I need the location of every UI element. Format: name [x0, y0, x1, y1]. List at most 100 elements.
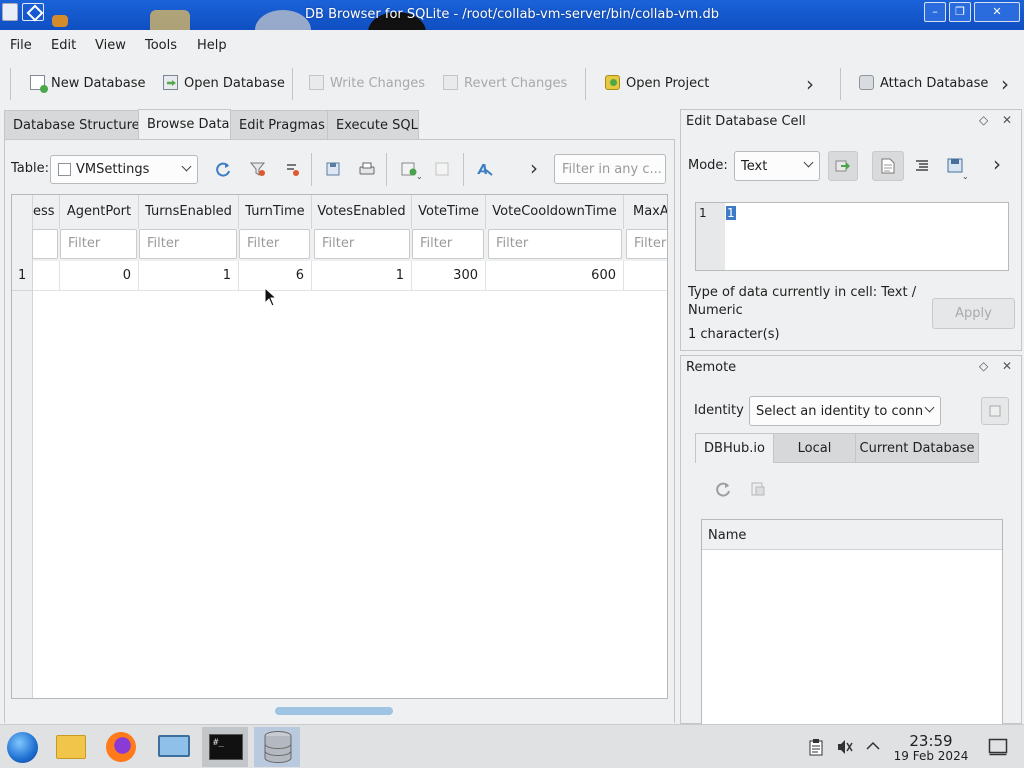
mode-select[interactable]: Text: [734, 151, 820, 181]
menu-view[interactable]: View: [95, 38, 126, 53]
show-desktop-icon[interactable]: [988, 738, 1008, 756]
table-cell[interactable]: [33, 261, 60, 291]
tab-local[interactable]: Local: [773, 433, 856, 463]
clock-time[interactable]: 23:59: [894, 732, 968, 750]
menu-file[interactable]: File: [10, 38, 32, 53]
column-header[interactable]: VotesEnabled: [312, 195, 412, 229]
float-dock-icon[interactable]: ◇: [979, 113, 988, 127]
column-filter-input[interactable]: Filter: [626, 229, 667, 259]
write-changes-button[interactable]: Write Changes: [309, 75, 425, 95]
column-filter-input[interactable]: Filter: [314, 229, 410, 259]
tab-browse-data[interactable]: Browse Data: [138, 109, 231, 141]
table-cell[interactable]: 1: [139, 261, 239, 291]
db-browser-taskbar-button[interactable]: [254, 727, 300, 767]
export-dropdown-icon[interactable]: ⌄: [962, 172, 969, 181]
clone-database-icon[interactable]: [749, 480, 767, 498]
column-header[interactable]: ess: [33, 195, 60, 229]
start-menu-button[interactable]: [0, 727, 46, 767]
open-database-button[interactable]: Open Database: [163, 75, 285, 95]
column-header[interactable]: VoteCooldownTime: [486, 195, 624, 229]
menu-edit[interactable]: Edit: [51, 38, 76, 53]
cell-editor[interactable]: 1 1: [695, 202, 1009, 271]
name-column-header[interactable]: Name: [702, 520, 1002, 550]
toolbar-overflow-chevron-icon[interactable]: ›: [806, 72, 814, 96]
column-filter-input[interactable]: Filter: [412, 229, 484, 259]
row-number[interactable]: 1: [12, 261, 33, 291]
table-cell[interactable]: 300: [412, 261, 486, 291]
column-header[interactable]: MaxA: [624, 195, 667, 229]
table-cell[interactable]: 0: [60, 261, 139, 291]
tab-edit-pragmas[interactable]: Edit Pragmas: [230, 110, 328, 140]
identity-settings-button[interactable]: [981, 397, 1009, 425]
float-dock-icon[interactable]: ◇: [979, 359, 988, 373]
word-wrap-button[interactable]: [872, 151, 904, 181]
column-header[interactable]: TurnTime: [239, 195, 312, 229]
close-dock-icon[interactable]: ✕: [1002, 113, 1012, 127]
open-project-label: Open Project: [626, 76, 710, 91]
corner-cell[interactable]: [12, 195, 33, 229]
maximize-button[interactable]: ❐: [949, 2, 971, 22]
close-dock-icon[interactable]: ✕: [1002, 359, 1012, 373]
tab-database-structure[interactable]: Database Structure: [4, 110, 140, 140]
column-filter-input[interactable]: Filter: [239, 229, 310, 259]
insert-record-dropdown-icon[interactable]: ⌄: [416, 172, 423, 181]
menu-tools[interactable]: Tools: [145, 38, 177, 53]
table-cell[interactable]: 600: [486, 261, 624, 291]
open-database-label: Open Database: [184, 76, 285, 91]
indent-icon[interactable]: [914, 158, 930, 174]
find-replace-icon[interactable]: A: [476, 160, 494, 178]
file-manager-taskbar-button[interactable]: [48, 727, 94, 767]
tab-dbhub[interactable]: DBHub.io: [695, 433, 774, 463]
save-table-as-icon[interactable]: [324, 160, 342, 178]
refresh-icon[interactable]: [714, 480, 732, 498]
data-grid: ess AgentPort TurnsEnabled TurnTime Vote…: [11, 194, 668, 699]
column-filter-input[interactable]: Filter: [60, 229, 137, 259]
table-cell[interactable]: 1: [312, 261, 412, 291]
clock-date[interactable]: 19 Feb 2024: [890, 749, 972, 763]
clipboard-icon[interactable]: [808, 738, 824, 756]
attach-database-button[interactable]: Attach Database: [859, 75, 988, 95]
browse-toolbar-separator: [311, 153, 312, 186]
document-icon: [881, 158, 895, 174]
revert-changes-button[interactable]: Revert Changes: [443, 75, 567, 95]
browse-toolbar-chevron-icon[interactable]: ›: [530, 156, 538, 180]
menu-bar: File Edit View Tools Help: [0, 34, 1024, 58]
clear-filters-icon[interactable]: [249, 160, 267, 178]
open-project-button[interactable]: Open Project: [605, 75, 709, 95]
volume-muted-icon[interactable]: [836, 738, 854, 756]
refresh-icon[interactable]: [214, 160, 232, 178]
auto-switch-mode-button[interactable]: [828, 151, 858, 181]
open-project-icon: [605, 75, 620, 90]
tray-expand-icon[interactable]: [866, 740, 880, 752]
close-button[interactable]: ✕: [974, 2, 1020, 22]
remote-desktop-taskbar-button[interactable]: [150, 727, 196, 767]
toolbar-overflow-chevron-icon[interactable]: ›: [1001, 72, 1009, 96]
apply-button[interactable]: Apply: [932, 298, 1015, 329]
identity-label: Identity: [694, 403, 744, 418]
monitor-icon: [158, 735, 190, 757]
column-filter-input[interactable]: Filter: [488, 229, 622, 259]
terminal-taskbar-button[interactable]: #_: [202, 727, 248, 767]
delete-record-icon[interactable]: [434, 160, 452, 178]
tab-current-database[interactable]: Current Database: [855, 433, 979, 463]
minimize-button[interactable]: –: [924, 2, 946, 22]
terminal-icon: #_: [209, 734, 243, 760]
print-icon[interactable]: [358, 160, 376, 178]
identity-select[interactable]: Select an identity to connec: [749, 396, 941, 426]
column-header[interactable]: TurnsEnabled: [139, 195, 239, 229]
filter-any-column-input[interactable]: Filter in any c...: [554, 154, 666, 184]
clear-sorting-icon[interactable]: [284, 160, 302, 178]
table-select[interactable]: VMSettings: [50, 155, 198, 184]
edit-cell-toolbar-chevron-icon[interactable]: ›: [993, 152, 1001, 176]
tab-execute-sql[interactable]: Execute SQL: [327, 110, 419, 140]
firefox-taskbar-button[interactable]: [98, 727, 144, 767]
column-header[interactable]: AgentPort: [60, 195, 139, 229]
table-cell[interactable]: [624, 261, 667, 291]
new-database-button[interactable]: New Database: [30, 75, 146, 95]
horizontal-scrollbar[interactable]: [275, 707, 393, 715]
column-filter-input[interactable]: [32, 229, 58, 259]
column-filter-input[interactable]: Filter: [139, 229, 237, 259]
column-header[interactable]: VoteTime: [412, 195, 486, 229]
main-toolbar: New Database Open Database ⌄ Write Chang…: [0, 62, 1024, 154]
menu-help[interactable]: Help: [197, 38, 227, 53]
